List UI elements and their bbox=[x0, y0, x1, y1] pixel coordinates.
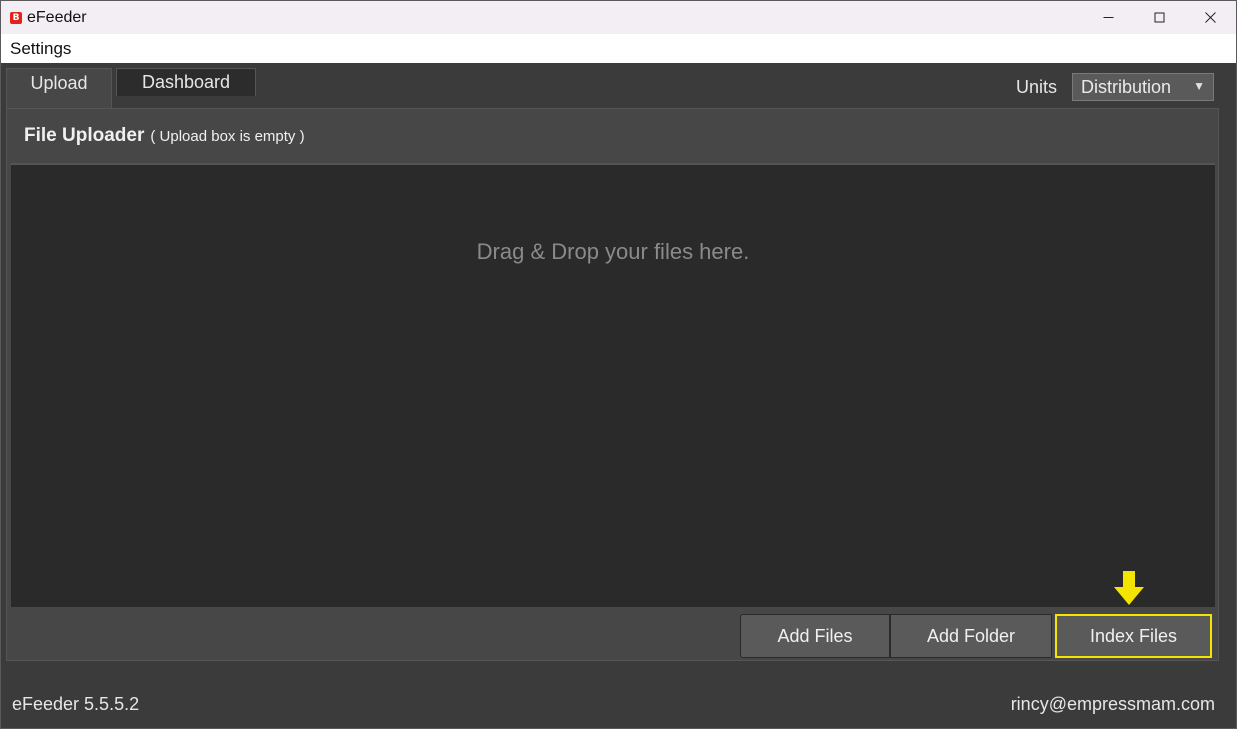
add-folder-button[interactable]: Add Folder bbox=[890, 614, 1052, 658]
window-title: eFeeder bbox=[27, 8, 87, 26]
units-selected-value: Distribution bbox=[1081, 76, 1172, 97]
file-uploader-panel: File Uploader ( Upload box is empty ) Dr… bbox=[6, 108, 1219, 661]
minimize-button[interactable] bbox=[1083, 1, 1134, 34]
window-controls bbox=[1083, 1, 1236, 34]
drop-zone[interactable]: Drag & Drop your files here. bbox=[11, 163, 1215, 607]
uploader-header: File Uploader ( Upload box is empty ) bbox=[24, 125, 305, 147]
maximize-button[interactable] bbox=[1134, 1, 1185, 34]
tab-dashboard[interactable]: Dashboard bbox=[116, 68, 256, 96]
user-email: rincy@empressmam.com bbox=[1010, 694, 1215, 714]
menu-settings[interactable]: Settings bbox=[1, 39, 80, 59]
units-dropdown[interactable]: Distribution ▼ bbox=[1072, 73, 1214, 101]
close-icon bbox=[1205, 12, 1216, 23]
tab-upload[interactable]: Upload bbox=[6, 68, 112, 109]
menu-bar: Settings bbox=[1, 34, 1236, 63]
arrow-down-icon bbox=[1114, 571, 1144, 605]
upload-status: ( Upload box is empty ) bbox=[150, 128, 305, 145]
add-files-button[interactable]: Add Files bbox=[740, 614, 890, 658]
app-window: B eFeeder Settings Upload Dashboard Unit… bbox=[0, 0, 1237, 729]
maximize-icon bbox=[1154, 12, 1165, 23]
uploader-title: File Uploader bbox=[24, 125, 145, 146]
minimize-icon bbox=[1103, 17, 1114, 18]
drop-hint: Drag & Drop your files here. bbox=[476, 239, 750, 264]
dropdown-arrow-icon: ▼ bbox=[1193, 79, 1205, 93]
units-label: Units bbox=[1016, 77, 1058, 97]
tab-bar: Upload Dashboard Units Distribution ▼ bbox=[1, 63, 1236, 109]
uploader-actions: Add Files Add Folder Index Files bbox=[740, 614, 1212, 658]
title-bar: B eFeeder bbox=[1, 1, 1236, 34]
close-button[interactable] bbox=[1185, 1, 1236, 34]
index-files-button[interactable]: Index Files bbox=[1055, 614, 1212, 658]
app-version: eFeeder 5.5.5.2 bbox=[12, 694, 140, 714]
app-icon: B bbox=[10, 11, 22, 24]
